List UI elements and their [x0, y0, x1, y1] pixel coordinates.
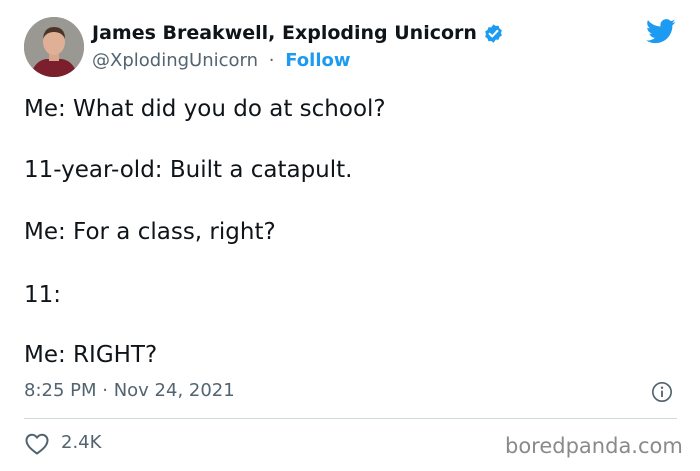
- tweet-timestamp[interactable]: 8:25 PM · Nov 24, 2021: [24, 380, 235, 401]
- like-count[interactable]: 2.4K: [61, 432, 101, 453]
- avatar[interactable]: [24, 17, 84, 77]
- handle-row: @XplodingUnicorn · Follow: [92, 50, 351, 71]
- tweet-text-line: 11:: [24, 282, 62, 308]
- divider: [24, 418, 677, 419]
- follow-button[interactable]: Follow: [285, 50, 350, 71]
- watermark: boredpanda.com: [505, 434, 683, 458]
- verified-badge-icon: [483, 23, 504, 44]
- info-icon[interactable]: [651, 381, 673, 403]
- heart-icon[interactable]: [24, 432, 50, 456]
- author-name-row: James Breakwell, Exploding Unicorn: [92, 22, 504, 44]
- tweet-text-line: Me: What did you do at school?: [24, 96, 386, 122]
- tweet-text-line: Me: For a class, right?: [24, 219, 276, 245]
- author-handle[interactable]: @XplodingUnicorn: [92, 50, 258, 71]
- author-display-name[interactable]: James Breakwell, Exploding Unicorn: [92, 22, 477, 44]
- twitter-bird-icon[interactable]: [646, 19, 676, 44]
- tweet-card: James Breakwell, Exploding Unicorn @Xplo…: [0, 0, 700, 471]
- tweet-text-line: Me: RIGHT?: [24, 342, 158, 368]
- handle-separator: ·: [268, 50, 275, 71]
- tweet-text-line: 11-year-old: Built a catapult.: [24, 157, 353, 183]
